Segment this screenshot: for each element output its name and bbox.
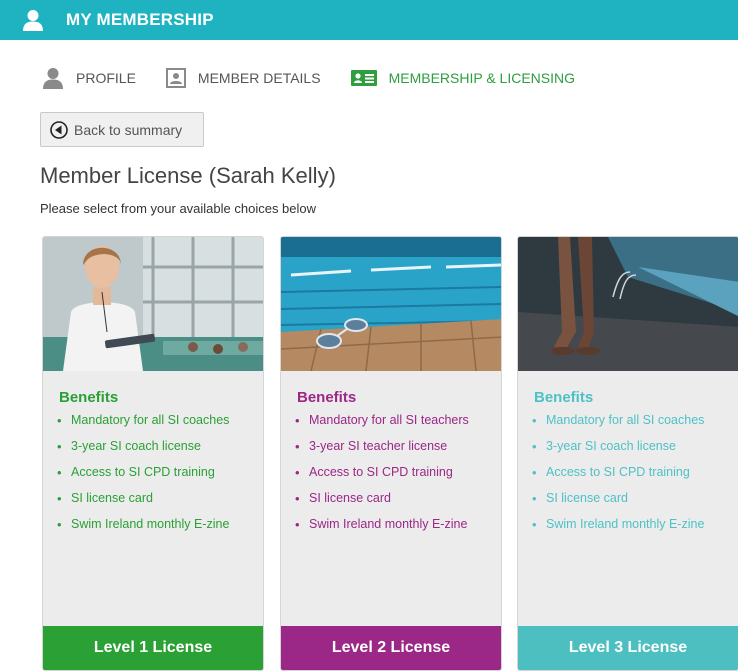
benefit-item: Swim Ireland monthly E-zine (295, 518, 485, 531)
level-2-license-button[interactable]: Level 2 License (281, 626, 501, 670)
benefit-item: Swim Ireland monthly E-zine (57, 518, 247, 531)
tab-membership-licensing-label: MEMBERSHIP & LICENSING (388, 70, 576, 86)
benefits-list: Mandatory for all SI coaches 3-year SI c… (57, 414, 247, 545)
poolside-swimmer-photo (518, 237, 738, 371)
back-arrow-icon (50, 120, 68, 139)
benefit-item: SI license card (295, 492, 485, 505)
tab-member-details-label: MEMBER DETAILS (197, 70, 321, 86)
benefits-list: Mandatory for all SI coaches 3-year SI c… (532, 414, 722, 545)
tab-membership-licensing[interactable]: MEMBERSHIP & LICENSING (350, 70, 576, 86)
person-icon (22, 9, 44, 31)
benefits-heading: Benefits (534, 389, 594, 406)
coach-photo (43, 237, 263, 371)
benefit-item: Access to SI CPD training (57, 466, 247, 479)
page-title: Member License (Sarah Kelly) (40, 163, 336, 188)
benefit-item: Access to SI CPD training (295, 466, 485, 479)
back-button-label: Back to summary (74, 121, 183, 138)
benefit-item: 3-year SI teacher license (295, 440, 485, 453)
tab-member-details[interactable]: MEMBER DETAILS (165, 68, 321, 88)
benefits-heading: Benefits (59, 389, 119, 406)
benefit-item: 3-year SI coach license (532, 440, 722, 453)
tab-profile[interactable]: PROFILE (42, 67, 136, 89)
license-card-level-2: Benefits Mandatory for all SI teachers 3… (280, 236, 502, 671)
benefit-item: Mandatory for all SI teachers (295, 414, 485, 427)
back-to-summary-button[interactable]: Back to summary (40, 112, 204, 147)
benefit-item: SI license card (57, 492, 247, 505)
benefit-item: 3-year SI coach license (57, 440, 247, 453)
id-photo-icon (165, 68, 186, 88)
level-1-license-button[interactable]: Level 1 License (43, 626, 263, 670)
benefit-item: Mandatory for all SI coaches (57, 414, 247, 427)
app-header: MY MEMBERSHIP (0, 0, 738, 40)
membership-tabs: PROFILE MEMBER DETAILS MEMBERSHIP & LICE… (42, 67, 605, 89)
benefits-heading: Benefits (297, 389, 357, 406)
id-card-icon (350, 70, 377, 86)
benefit-item: Access to SI CPD training (532, 466, 722, 479)
license-card-level-3: Benefits Mandatory for all SI coaches 3-… (517, 236, 738, 671)
person-icon (42, 67, 64, 89)
tab-profile-label: PROFILE (76, 70, 136, 86)
benefits-list: Mandatory for all SI teachers 3-year SI … (295, 414, 485, 545)
page-subtitle: Please select from your available choice… (40, 201, 317, 216)
license-card-level-1: Benefits Mandatory for all SI coaches 3-… (42, 236, 264, 671)
header-title: MY MEMBERSHIP (66, 10, 214, 29)
benefit-item: Mandatory for all SI coaches (532, 414, 722, 427)
benefit-item: SI license card (532, 492, 722, 505)
benefit-item: Swim Ireland monthly E-zine (532, 518, 722, 531)
level-3-license-button[interactable]: Level 3 License (518, 626, 738, 670)
pool-goggles-photo (281, 237, 501, 371)
